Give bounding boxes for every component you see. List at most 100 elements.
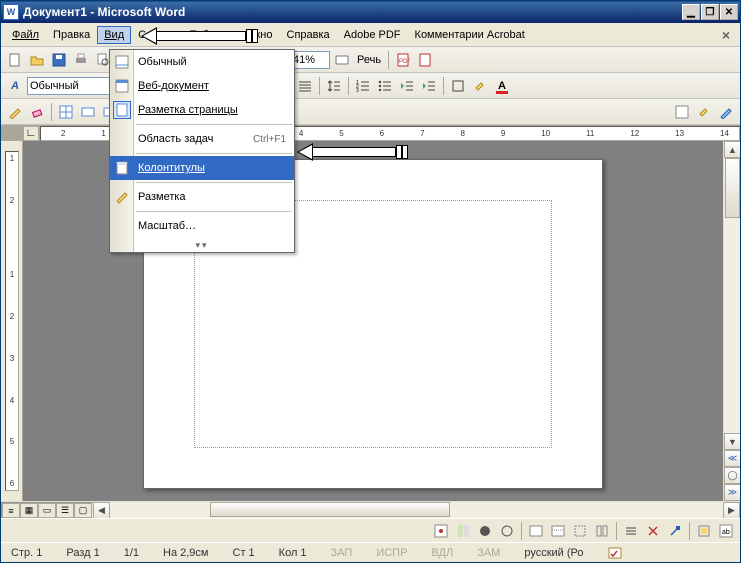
spellcheck-icon[interactable] [602, 546, 630, 560]
scroll-right-icon[interactable]: ▶ [723, 502, 740, 519]
status-pages: 1/1 [118, 547, 145, 559]
menu-edit[interactable]: Правка [46, 26, 97, 44]
close-button[interactable]: ✕ [720, 4, 738, 20]
vertical-scrollbar[interactable]: ▲ ▼ ≪ ◯ ≫ [723, 141, 740, 501]
view-menu-dropdown: Обычный Веб-документ Разметка страницы О… [109, 49, 295, 253]
scroll-thumb-v[interactable] [725, 158, 740, 218]
menu-view[interactable]: Вид [97, 26, 131, 44]
menu-expand-chevron[interactable]: ▾▾ [110, 238, 294, 252]
view-markup[interactable]: Разметка [110, 185, 294, 209]
bt-icon-12[interactable] [694, 521, 714, 541]
bt-icon-1[interactable] [431, 521, 451, 541]
view-print-layout[interactable]: Разметка страницы [110, 98, 294, 122]
bt-icon-5[interactable] [526, 521, 546, 541]
scroll-up-icon[interactable]: ▲ [724, 141, 740, 158]
svg-text:ab: ab [722, 529, 730, 536]
document-close-button[interactable]: × [716, 27, 736, 43]
view-taskpane[interactable]: Область задач Ctrl+F1 [110, 127, 294, 151]
bt-icon-8[interactable] [592, 521, 612, 541]
status-ext[interactable]: ВДЛ [425, 547, 459, 559]
restore-button[interactable]: ❐ [701, 4, 719, 20]
app-icon: W [3, 4, 19, 20]
bullets-icon[interactable] [375, 76, 395, 96]
highlight2-icon[interactable] [694, 102, 714, 122]
view-zoom[interactable]: Масштаб… [110, 214, 294, 238]
bt-icon-7[interactable] [570, 521, 590, 541]
new-doc-icon[interactable] [5, 50, 25, 70]
horizontal-scrollbar-area: ≡ ▦ ▭ ☰ ▢ ◀ ▶ [1, 501, 740, 518]
increase-indent-icon[interactable] [419, 76, 439, 96]
highlight-icon[interactable] [470, 76, 490, 96]
markup-menu-icon [113, 188, 131, 206]
pdf-icon[interactable]: PDF [393, 50, 413, 70]
line-spacing-icon[interactable] [324, 76, 344, 96]
statusbar: Стр. 1 Разд 1 1/1 На 2,9см Ст 1 Кол 1 ЗА… [1, 542, 740, 562]
insert-table-icon[interactable] [56, 102, 76, 122]
window-title: Документ1 - Microsoft Word [23, 5, 682, 19]
scroll-left-icon[interactable]: ◀ [93, 502, 110, 519]
scroll-down-icon[interactable]: ▼ [724, 433, 740, 450]
prev-page-icon[interactable]: ≪ [724, 450, 740, 467]
status-section: Разд 1 [60, 547, 105, 559]
pdf-attach-icon[interactable] [415, 50, 435, 70]
merge-cells-icon[interactable] [78, 102, 98, 122]
read-label: Речь [354, 54, 384, 66]
bt-icon-11[interactable] [665, 521, 685, 541]
status-track[interactable]: ИСПР [370, 547, 413, 559]
bottom-toolbar: ab [1, 518, 740, 542]
view-headers-footers[interactable]: Колонтитулы [110, 156, 294, 180]
bt-icon-2[interactable] [453, 521, 473, 541]
layout-view-menu-icon [113, 101, 131, 119]
status-ovr[interactable]: ЗАМ [471, 547, 506, 559]
bt-icon-9[interactable] [621, 521, 641, 541]
eraser-icon[interactable] [27, 102, 47, 122]
browse-object-icon[interactable]: ◯ [724, 467, 740, 484]
titlebar: W Документ1 - Microsoft Word ▁ ❐ ✕ [1, 1, 740, 23]
menu-help[interactable]: Справка [280, 26, 337, 44]
font-color-icon[interactable]: A [492, 76, 512, 96]
view-normal[interactable]: Обычный [110, 50, 294, 74]
outline-view-icon[interactable]: ☰ [56, 503, 74, 518]
callout-arrow-view [141, 29, 258, 43]
normal-view-menu-icon [113, 53, 131, 71]
pen-icon[interactable] [716, 102, 736, 122]
tab-selector[interactable]: ∟ [23, 126, 39, 141]
drawing-canvas-icon[interactable] [672, 102, 692, 122]
menu-acrobat-comments[interactable]: Комментарии Acrobat [408, 26, 532, 44]
scroll-track-h[interactable] [110, 502, 723, 518]
draw-table-icon[interactable] [5, 102, 25, 122]
open-icon[interactable] [27, 50, 47, 70]
bt-icon-6[interactable] [548, 521, 568, 541]
menu-adobe-pdf[interactable]: Adobe PDF [337, 26, 408, 44]
bt-icon-10[interactable] [643, 521, 663, 541]
bt-icon-3[interactable] [475, 521, 495, 541]
web-view-icon[interactable]: ▦ [20, 503, 38, 518]
status-line: Ст 1 [227, 547, 261, 559]
normal-view-icon[interactable]: ≡ [2, 503, 20, 518]
scroll-thumb-h[interactable] [210, 502, 450, 517]
status-col: Кол 1 [273, 547, 313, 559]
bt-icon-4[interactable] [497, 521, 517, 541]
next-page-icon[interactable]: ≫ [724, 484, 740, 501]
read-mode-icon[interactable] [332, 50, 352, 70]
status-language[interactable]: русский (Ро [518, 547, 589, 559]
styles-pane-icon[interactable]: A [5, 76, 25, 96]
bt-icon-13[interactable]: ab [716, 521, 736, 541]
decrease-indent-icon[interactable] [397, 76, 417, 96]
menubar: Файл Правка Вид Сервис Таблица Окно Спра… [1, 23, 740, 47]
zoom-input[interactable] [290, 51, 330, 69]
borders-icon[interactable] [448, 76, 468, 96]
numbering-icon[interactable]: 123 [353, 76, 373, 96]
save-icon[interactable] [49, 50, 69, 70]
print-layout-view-icon[interactable]: ▭ [38, 503, 56, 518]
minimize-button[interactable]: ▁ [682, 4, 700, 20]
web-view-menu-icon [113, 77, 131, 95]
print-icon[interactable] [71, 50, 91, 70]
align-justify-icon[interactable] [295, 76, 315, 96]
reading-view-icon[interactable]: ▢ [74, 503, 92, 518]
menu-file[interactable]: Файл [5, 26, 46, 44]
vertical-ruler[interactable]: 12123456 [1, 141, 23, 501]
view-web[interactable]: Веб-документ [110, 74, 294, 98]
status-record[interactable]: ЗАП [325, 547, 359, 559]
taskpane-shortcut: Ctrl+F1 [253, 134, 286, 145]
